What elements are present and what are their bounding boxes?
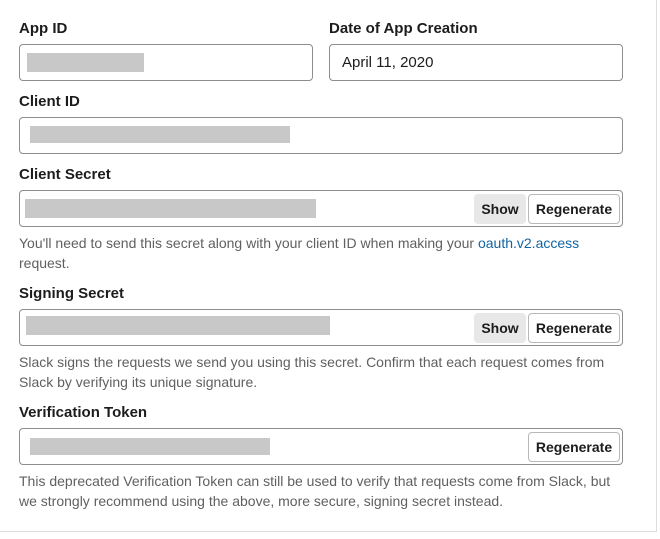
signing-secret-label: Signing Secret [19,285,125,302]
verification-token-help-text: This deprecated Verification Token can s… [19,473,611,509]
app-id-redacted-value [27,53,144,72]
verification-token-regenerate-button[interactable]: Regenerate [528,432,620,462]
client-id-redacted-value [30,126,290,143]
client-secret-show-button[interactable]: Show [474,194,526,224]
client-secret-regenerate-button[interactable]: Regenerate [528,194,620,224]
signing-secret-redacted-value [26,316,330,335]
signing-secret-show-button[interactable]: Show [474,313,526,343]
client-id-label: Client ID [19,93,80,110]
client-secret-label: Client Secret [19,166,111,183]
app-creation-date-value: April 11, 2020 [342,54,434,71]
client-secret-field[interactable]: Show Regenerate [19,190,623,227]
verification-token-label: Verification Token [19,404,148,421]
verification-token-redacted-value [30,438,270,455]
client-secret-help-before: You'll need to send this secret along wi… [19,235,475,251]
signing-secret-field[interactable]: Show Regenerate [19,309,623,346]
app-id-field[interactable] [19,44,313,81]
client-secret-redacted-value [25,199,316,218]
panel-right-border [656,0,657,532]
client-secret-help-text: You'll need to send this secret along wi… [19,233,629,273]
app-credentials-panel: App ID Date of App Creation April 11, 20… [0,0,660,539]
signing-secret-regenerate-button[interactable]: Regenerate [528,313,620,343]
app-id-label: App ID [19,20,68,37]
panel-bottom-border [0,531,657,532]
client-id-field[interactable] [19,117,623,154]
signing-secret-help-text: Slack signs the requests we send you usi… [19,354,605,390]
verification-token-field[interactable]: Regenerate [19,428,623,465]
app-creation-date-label: Date of App Creation [329,20,478,37]
client-secret-help-after: request. [19,255,70,271]
oauth-v2-access-link[interactable]: oauth.v2.access [478,235,579,251]
app-creation-date-field[interactable]: April 11, 2020 [329,44,623,81]
